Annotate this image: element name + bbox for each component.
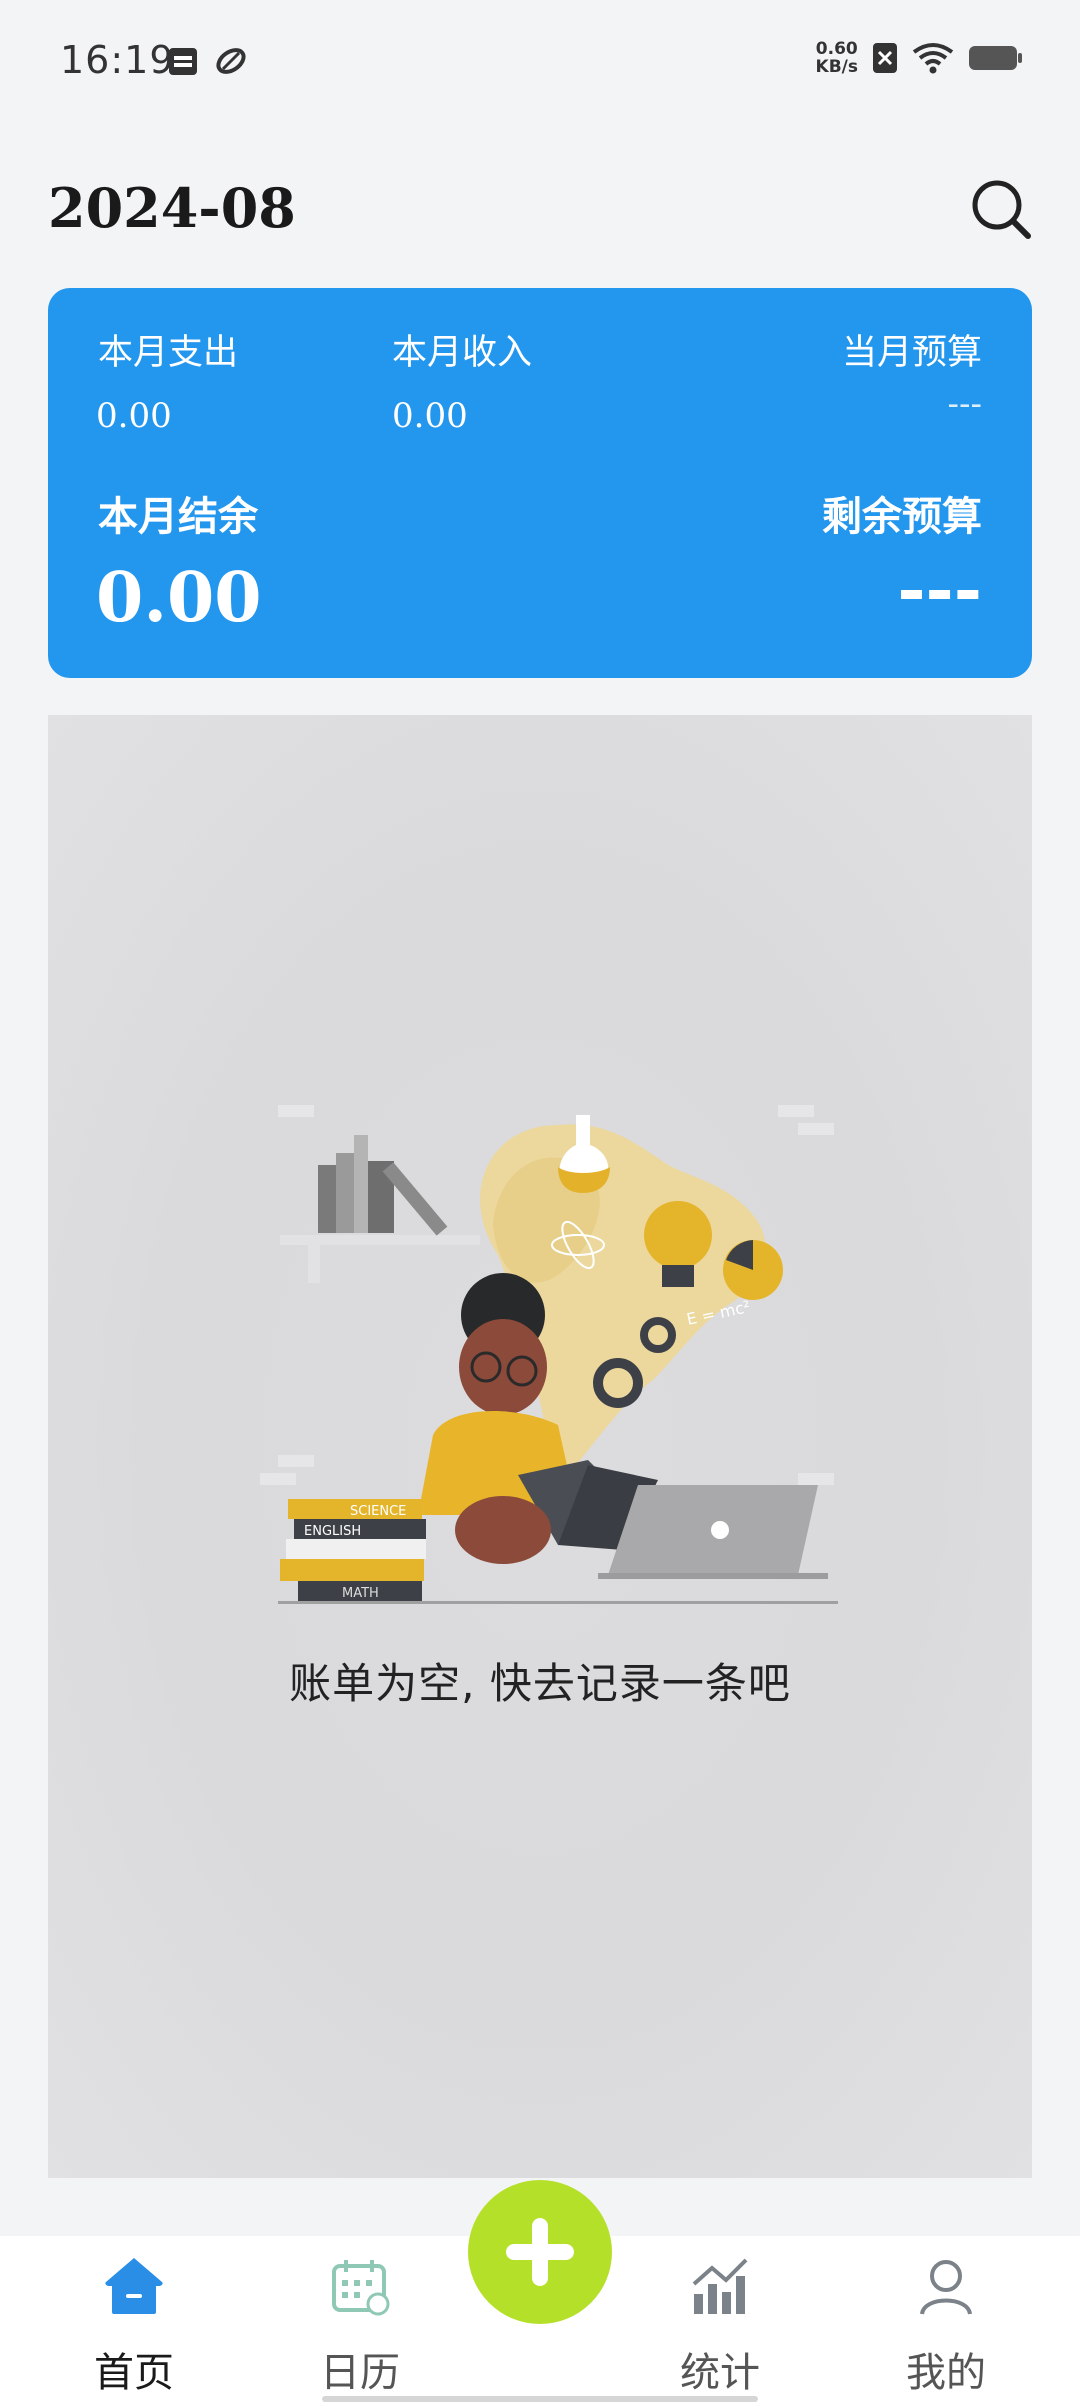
net-speed: 0.60 KB/s [816, 40, 858, 76]
nav-home[interactable]: 首页 [54, 2236, 214, 2408]
wifi-icon [912, 43, 954, 74]
monthly-summary-card[interactable]: 本月支出 本月收入 当月预算 0.00 0.00 --- 本月结余 剩余预算 0… [48, 288, 1032, 678]
search-icon[interactable] [968, 176, 1034, 242]
profile-icon [920, 2260, 972, 2315]
calendar-icon [332, 2260, 390, 2316]
home-indicator [322, 2396, 758, 2402]
chart-icon [692, 2258, 748, 2314]
nav-calendar-label: 日历 [320, 2350, 400, 2396]
status-time: 16:19 [60, 38, 175, 82]
net-speed-value: 0.60 [815, 39, 858, 59]
status-right-icons: 0.60 KB/s [816, 40, 1024, 76]
nav-statistics-label: 统计 [680, 2350, 760, 2396]
expense-value: 0.00 [96, 396, 172, 436]
income-value: 0.00 [392, 396, 468, 436]
plus-icon [506, 2218, 574, 2286]
remaining-budget-value: --- [897, 550, 982, 630]
home-icon [105, 2258, 163, 2314]
add-bill-button[interactable] [468, 2180, 612, 2324]
net-speed-unit: KB/s [815, 57, 858, 77]
book-math-label: MATH [342, 1586, 379, 1601]
nav-profile-label: 我的 [906, 2350, 986, 2396]
balance-value: 0.00 [96, 558, 262, 638]
income-label: 本月收入 [392, 333, 533, 373]
empty-message: 账单为空, 快去记录一条吧 [289, 1659, 791, 1708]
no-sim-icon [873, 43, 897, 73]
nav-statistics[interactable]: 统计 [640, 2236, 800, 2408]
empty-state-illustration: E = mc² SCIENCE ENGLISH MATH [260, 1105, 838, 1604]
calendar-notification-icon [169, 48, 197, 75]
budget-label: 当月预算 [841, 333, 982, 373]
nav-calendar[interactable]: 日历 [280, 2236, 440, 2408]
leaf-notification-icon [216, 48, 246, 74]
budget-value: --- [947, 384, 982, 424]
book-english-label: ENGLISH [304, 1524, 361, 1539]
balance-label: 本月结余 [98, 494, 258, 540]
expense-label: 本月支出 [98, 333, 239, 373]
bill-list-empty: E = mc² SCIENCE ENGLISH MATH 账单为空, 快去记录一… [48, 715, 1032, 2178]
nav-profile[interactable]: 我的 [866, 2236, 1026, 2408]
month-selector[interactable]: 2024-08 [48, 176, 296, 240]
book-science-label: SCIENCE [350, 1504, 406, 1519]
remaining-budget-label: 剩余预算 [822, 494, 982, 540]
nav-home-label: 首页 [94, 2350, 174, 2396]
status-left-icons [166, 44, 248, 78]
battery-icon [969, 46, 1022, 70]
status-bar: 16:19 0.60 KB/s [0, 0, 1080, 128]
